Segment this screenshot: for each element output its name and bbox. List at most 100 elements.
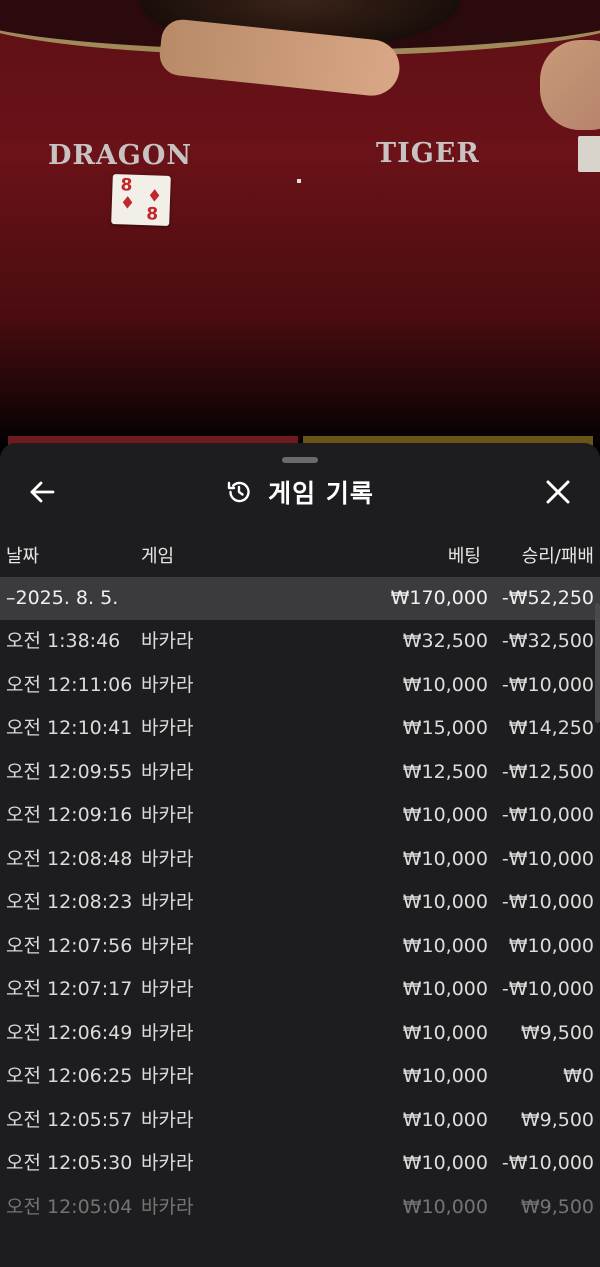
row-game: 바카라 <box>141 673 194 696</box>
row-time: 오전 12:10:41 <box>6 717 133 739</box>
row-result: -₩10,000 <box>501 891 594 913</box>
history-list[interactable]: –2025. 8. 5. ₩170,000 -₩52,250 오전 1:38:4… <box>0 577 600 1267</box>
row-bet: ₩15,000 <box>402 717 488 739</box>
dealer-hand <box>540 40 600 130</box>
table-row[interactable]: 오전 12:05:30 바카라 ₩10,000 -₩10,000 <box>0 1142 600 1186</box>
row-game: 바카라 <box>141 760 194 783</box>
row-time: 오전 12:05:04 <box>6 1195 133 1218</box>
column-header-bet[interactable]: 베팅 <box>448 542 481 568</box>
table-row[interactable]: 오전 12:06:25 바카라 ₩10,000 ₩0 <box>0 1055 600 1099</box>
table-row[interactable]: 오전 12:10:41 바카라 ₩15,000 ₩14,250 <box>0 707 600 751</box>
row-result: ₩9,500 <box>520 1195 594 1218</box>
row-game: 바카라 <box>141 717 194 739</box>
row-time: 오전 12:08:48 <box>6 847 133 870</box>
row-time: 오전 12:09:55 <box>6 760 133 783</box>
summary-bet: ₩170,000 <box>390 587 488 609</box>
table-row[interactable]: 오전 12:08:23 바카라 ₩10,000 -₩10,000 <box>0 881 600 925</box>
row-game: 바카라 <box>141 847 194 870</box>
table-row[interactable]: 오전 12:05:57 바카라 ₩10,000 ₩9,500 <box>0 1099 600 1143</box>
row-result: ₩9,500 <box>520 1108 594 1131</box>
row-result: ₩9,500 <box>520 1021 594 1044</box>
row-bet: ₩10,000 <box>402 1021 488 1044</box>
row-time: 오전 12:07:17 <box>6 978 133 1000</box>
table-marker <box>297 179 301 183</box>
close-button[interactable] <box>538 475 578 509</box>
row-bet: ₩10,000 <box>402 891 488 913</box>
row-time: 오전 12:07:56 <box>6 934 133 957</box>
summary-result: -₩52,250 <box>501 587 594 609</box>
row-result: ₩0 <box>563 1065 594 1087</box>
row-game: 바카라 <box>141 630 194 652</box>
table-row[interactable]: 오전 1:38:46 바카라 ₩32,500 -₩32,500 <box>0 620 600 664</box>
row-result: -₩10,000 <box>501 673 594 696</box>
row-bet: ₩10,000 <box>402 1108 488 1131</box>
tiger-label: TIGER <box>376 138 480 169</box>
close-icon <box>546 480 570 504</box>
row-result: -₩10,000 <box>501 804 594 826</box>
title-group: 게임 기록 <box>0 469 600 515</box>
row-bet: ₩10,000 <box>402 804 488 826</box>
date-summary-row[interactable]: –2025. 8. 5. ₩170,000 -₩52,250 <box>0 577 600 620</box>
row-result: ₩14,250 <box>508 717 594 739</box>
tiger-card <box>578 136 600 172</box>
row-game: 바카라 <box>141 1152 194 1174</box>
table-row[interactable]: 오전 12:11:06 바카라 ₩10,000 -₩10,000 <box>0 664 600 708</box>
arrow-left-icon <box>29 481 55 503</box>
row-game: 바카라 <box>141 1195 194 1218</box>
row-result: ₩10,000 <box>508 934 594 957</box>
row-result: -₩10,000 <box>501 1152 594 1174</box>
table-row[interactable]: 오전 12:09:55 바카라 ₩12,500 -₩12,500 <box>0 751 600 795</box>
back-button[interactable] <box>22 475 62 509</box>
scrollbar[interactable] <box>595 603 600 723</box>
diamond-icon: ♦ <box>119 193 136 214</box>
row-game: 바카라 <box>141 978 194 1000</box>
dragon-label: DRAGON <box>48 140 193 171</box>
history-icon <box>226 479 252 505</box>
page-title: 게임 기록 <box>268 479 374 508</box>
table-row[interactable]: 오전 12:05:04 바카라 ₩10,000 ₩9,500 <box>0 1186 600 1230</box>
row-result: -₩10,000 <box>501 978 594 1000</box>
row-bet: ₩10,000 <box>402 934 488 957</box>
summary-date: –2025. 8. 5. <box>6 587 119 609</box>
table-row[interactable]: 오전 12:08:48 바카라 ₩10,000 -₩10,000 <box>0 838 600 882</box>
row-result: -₩10,000 <box>501 847 594 870</box>
row-game: 바카라 <box>141 804 194 826</box>
table-row[interactable]: 오전 12:09:16 바카라 ₩10,000 -₩10,000 <box>0 794 600 838</box>
row-game: 바카라 <box>141 934 194 957</box>
sheet-header: 게임 기록 <box>0 469 600 515</box>
row-time: 오전 12:05:30 <box>6 1152 133 1174</box>
row-bet: ₩10,000 <box>402 673 488 696</box>
table-row[interactable]: 오전 12:07:17 바카라 ₩10,000 -₩10,000 <box>0 968 600 1012</box>
row-game: 바카라 <box>141 1108 194 1131</box>
row-bet: ₩12,500 <box>402 760 488 783</box>
row-time: 오전 12:06:25 <box>6 1065 133 1087</box>
column-header-date[interactable]: 날짜 <box>6 542 39 568</box>
drag-handle[interactable] <box>282 457 318 463</box>
table-row[interactable]: 오전 12:06:49 바카라 ₩10,000 ₩9,500 <box>0 1012 600 1056</box>
row-time: 오전 1:38:46 <box>6 630 121 652</box>
dragon-card: 8 ♦ ♦ 8 <box>111 174 171 226</box>
row-game: 바카라 <box>141 891 194 913</box>
live-table-video: DRAGON TIGER 8 ♦ ♦ 8 <box>0 0 600 450</box>
row-bet: ₩10,000 <box>402 1152 488 1174</box>
row-bet: ₩10,000 <box>402 847 488 870</box>
row-bet: ₩32,500 <box>402 630 488 652</box>
game-history-sheet: 게임 기록 날짜 게임 베팅 승리/패배 –2025. 8. 5. ₩170,0… <box>0 443 600 1267</box>
row-time: 오전 12:06:49 <box>6 1021 133 1044</box>
card-rank-bottom: 8 <box>145 204 159 225</box>
row-time: 오전 12:08:23 <box>6 891 133 913</box>
row-result: -₩12,500 <box>501 760 594 783</box>
column-header-game[interactable]: 게임 <box>141 542 174 568</box>
row-game: 바카라 <box>141 1065 194 1087</box>
column-headers: 날짜 게임 베팅 승리/패배 <box>0 539 600 569</box>
row-bet: ₩10,000 <box>402 1065 488 1087</box>
row-time: 오전 12:09:16 <box>6 804 133 826</box>
row-game: 바카라 <box>141 1021 194 1044</box>
row-result: -₩32,500 <box>501 630 594 652</box>
row-time: 오전 12:05:57 <box>6 1108 133 1131</box>
column-header-result[interactable]: 승리/패배 <box>522 542 594 568</box>
table-row[interactable]: 오전 12:07:56 바카라 ₩10,000 ₩10,000 <box>0 925 600 969</box>
app-screen: DRAGON TIGER 8 ♦ ♦ 8 게임 기록 날짜 게임 베팅 승리/패… <box>0 0 600 1267</box>
row-bet: ₩10,000 <box>402 1195 488 1218</box>
row-time: 오전 12:11:06 <box>6 673 133 696</box>
